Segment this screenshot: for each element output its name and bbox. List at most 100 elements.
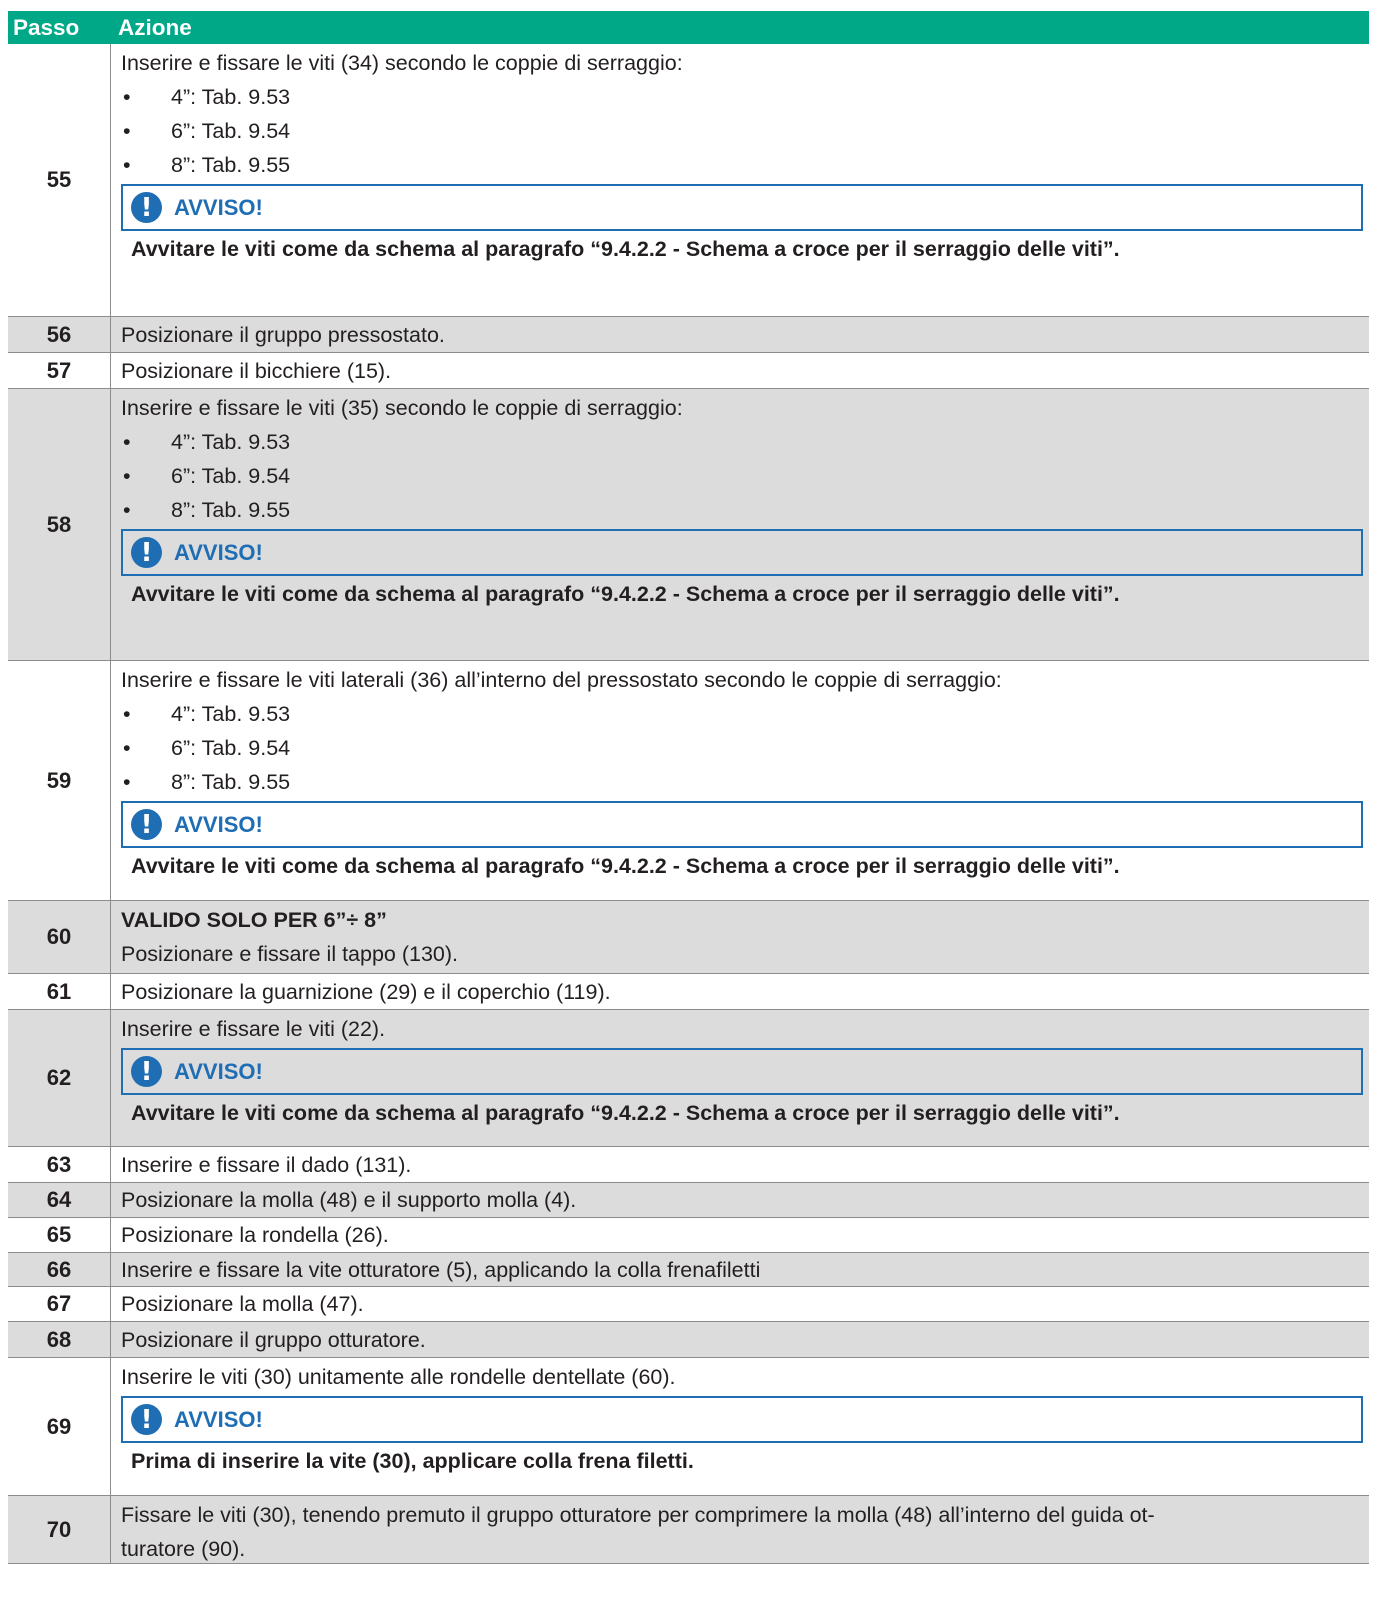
- action-cell: Posizionare la molla (48) e il supporto …: [111, 1183, 1369, 1217]
- notice-title: AVVISO!: [174, 539, 263, 565]
- action-cell: Posizionare la rondella (26).: [111, 1218, 1369, 1252]
- notice-box: ! AVVISO!: [121, 529, 1363, 576]
- bullet-icon: •: [123, 736, 131, 760]
- step-number: 61: [8, 974, 111, 1009]
- notice-text: Avvitare le viti come da schema al parag…: [131, 854, 1120, 878]
- action-text: Posizionare la molla (47).: [121, 1292, 364, 1316]
- notice-box: ! AVVISO!: [121, 184, 1363, 231]
- action-text: Inserire e fissare la vite otturatore (5…: [121, 1257, 761, 1282]
- bullet-item: • 4”: Tab. 9.53: [121, 425, 1363, 459]
- bullet-item: • 6”: Tab. 9.54: [121, 731, 1363, 765]
- step-number: 63: [8, 1147, 111, 1182]
- step-number: 65: [8, 1218, 111, 1252]
- bullet-item: • 8”: Tab. 9.55: [121, 765, 1363, 799]
- bullet-icon: •: [123, 702, 131, 726]
- action-text: Posizionare e fissare il tappo (130).: [121, 942, 459, 966]
- table-header: Passo Azione: [8, 11, 1369, 44]
- bullet-text: 6”: Tab. 9.54: [171, 464, 291, 488]
- bullet-text: 4”: Tab. 9.53: [171, 702, 291, 726]
- table-row: 62 Inserire e fissare le viti (22).! AVVIS…: [8, 1010, 1369, 1147]
- bullet-item: • 6”: Tab. 9.54: [121, 114, 1363, 148]
- procedure-table: Passo Azione 55 Inserire e fissare le vit…: [8, 11, 1369, 1564]
- table-row: 57 Posizionare il bicchiere (15).: [8, 353, 1369, 389]
- action-text: Inserire le viti (30) unitamente alle ro…: [121, 1365, 676, 1389]
- action-text: Inserire e fissare le viti (22).: [121, 1017, 386, 1041]
- notice-text: Avvitare le viti come da schema al parag…: [131, 237, 1120, 261]
- action-text: Posizionare il gruppo otturatore.: [121, 1327, 426, 1352]
- step-number: 66: [8, 1253, 111, 1286]
- exclamation-icon: !: [131, 809, 162, 840]
- bullet-icon: •: [123, 464, 131, 488]
- step-number: 68: [8, 1322, 111, 1357]
- bullet-text: 8”: Tab. 9.55: [171, 498, 291, 522]
- step-number: 60: [8, 901, 111, 973]
- action-text: Inserire e fissare il dado (131).: [121, 1152, 412, 1177]
- action-cell: Posizionare il bicchiere (15).: [111, 353, 1369, 388]
- step-number: 58: [8, 389, 111, 660]
- notice-box: ! AVVISO!: [121, 1396, 1363, 1443]
- table-row: 63 Inserire e fissare il dado (131).: [8, 1147, 1369, 1183]
- notice-box: ! AVVISO!: [121, 801, 1363, 848]
- action-text: Inserire e fissare le viti (35) secondo …: [121, 396, 683, 420]
- bullet-text: 8”: Tab. 9.55: [171, 153, 291, 177]
- table-row: 58 Inserire e fissare le viti (35) second…: [8, 389, 1369, 661]
- action-text: Posizionare la guarnizione (29) e il cop…: [121, 979, 611, 1004]
- notice-title: AVVISO!: [174, 194, 263, 220]
- step-number: 55: [8, 44, 111, 316]
- bullet-item: • 4”: Tab. 9.53: [121, 80, 1363, 114]
- bullet-text: 8”: Tab. 9.55: [171, 770, 291, 794]
- bullet-text: 4”: Tab. 9.53: [171, 85, 291, 109]
- action-text: Posizionare il gruppo pressostato.: [121, 322, 445, 347]
- table-row: 70 Fissare le viti (30), tenendo premuto …: [8, 1496, 1369, 1564]
- action-cell: Inserire e fissare le viti (35) secondo …: [111, 389, 1369, 660]
- table-row: 60 VALIDO SOLO PER 6”÷ 8” Posizionare e fi…: [8, 901, 1369, 974]
- exclamation-icon: !: [131, 1056, 162, 1087]
- action-cell: Inserire e fissare la vite otturatore (5…: [111, 1253, 1369, 1286]
- notice-title: AVVISO!: [174, 811, 263, 837]
- bullet-icon: •: [123, 153, 131, 177]
- notice-box: ! AVVISO!: [121, 1048, 1363, 1095]
- bullet-icon: •: [123, 119, 131, 143]
- bullet-item: • 8”: Tab. 9.55: [121, 148, 1363, 182]
- action-cell: Posizionare il gruppo otturatore.: [111, 1322, 1369, 1357]
- table-row: 59 Inserire e fissare le viti laterali (3…: [8, 661, 1369, 901]
- action-cell: Inserire le viti (30) unitamente alle ro…: [111, 1358, 1369, 1495]
- notice-title: AVVISO!: [174, 1406, 263, 1432]
- bullet-text: 6”: Tab. 9.54: [171, 736, 291, 760]
- bullet-text: 6”: Tab. 9.54: [171, 119, 291, 143]
- notice-text: Avvitare le viti come da schema al parag…: [131, 582, 1120, 606]
- exclamation-icon: !: [131, 537, 162, 568]
- header-step: Passo: [13, 14, 80, 40]
- step-number: 69: [8, 1358, 111, 1495]
- notice-text: Prima di inserire la vite (30), applicar…: [131, 1449, 694, 1473]
- action-cell: Posizionare la guarnizione (29) e il cop…: [111, 974, 1369, 1009]
- exclamation-icon: !: [131, 1404, 162, 1435]
- action-cell: Posizionare la molla (47).: [111, 1287, 1369, 1321]
- action-cell: Inserire e fissare il dado (131).: [111, 1147, 1369, 1182]
- validity-note: VALIDO SOLO PER 6”÷ 8”: [121, 908, 387, 932]
- step-number: 62: [8, 1010, 111, 1146]
- action-cell: VALIDO SOLO PER 6”÷ 8” Posizionare e fiss…: [111, 901, 1369, 973]
- action-cell: Inserire e fissare le viti laterali (36)…: [111, 661, 1369, 900]
- bullet-icon: •: [123, 498, 131, 522]
- action-cell: Fissare le viti (30), tenendo premuto il…: [111, 1496, 1369, 1563]
- bullet-item: • 4”: Tab. 9.53: [121, 697, 1363, 731]
- table-row: 56 Posizionare il gruppo pressostato.: [8, 317, 1369, 353]
- bullet-item: • 8”: Tab. 9.55: [121, 493, 1363, 527]
- action-text: Inserire e fissare le viti (34) secondo …: [121, 51, 683, 75]
- action-cell: Inserire e fissare le viti (22).! AVVISO!…: [111, 1010, 1369, 1146]
- table-row: 67 Posizionare la molla (47).: [8, 1287, 1369, 1322]
- notice-title: AVVISO!: [174, 1058, 263, 1084]
- action-cell: Posizionare il gruppo pressostato.: [111, 317, 1369, 352]
- bullet-icon: •: [123, 85, 131, 109]
- bullet-item: • 6”: Tab. 9.54: [121, 459, 1363, 493]
- table-row: 55 Inserire e fissare le viti (34) second…: [8, 44, 1369, 317]
- step-number: 56: [8, 317, 111, 352]
- action-text: turatore (90).: [121, 1537, 246, 1561]
- step-number: 70: [8, 1496, 111, 1563]
- step-number: 67: [8, 1287, 111, 1321]
- action-text: Posizionare la rondella (26).: [121, 1223, 389, 1247]
- table-row: 69 Inserire le viti (30) unitamente alle …: [8, 1358, 1369, 1496]
- action-cell: Inserire e fissare le viti (34) secondo …: [111, 44, 1369, 316]
- table-body: 55 Inserire e fissare le viti (34) second…: [8, 44, 1369, 1564]
